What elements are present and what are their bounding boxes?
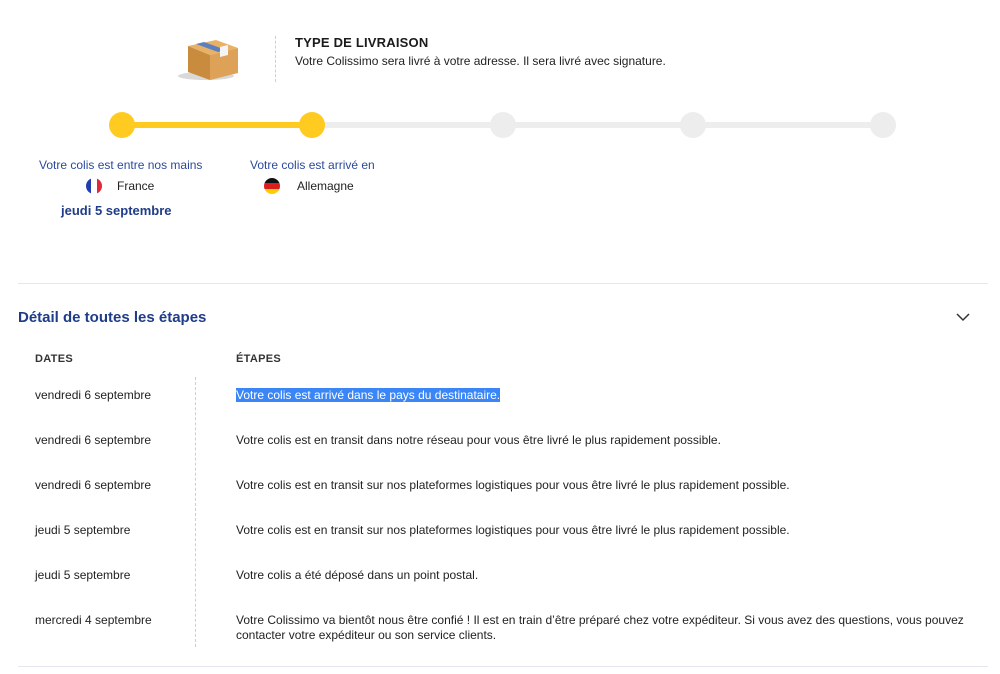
row-date: vendredi 6 septembre: [35, 388, 152, 402]
delivery-type-description: Votre Colissimo sera livré à votre adres…: [295, 54, 666, 68]
row-step: Votre colis a été déposé dans un point p…: [236, 568, 479, 582]
delivery-type-title: TYPE DE LIVRAISON: [295, 35, 429, 50]
column-separator: [195, 377, 196, 647]
progress-step-1: [109, 112, 135, 138]
row-date: jeudi 5 septembre: [35, 523, 131, 537]
progress-step-4: [680, 112, 706, 138]
row-date: jeudi 5 septembre: [35, 568, 131, 582]
row-step: Votre Colissimo va bientôt nous être con…: [236, 613, 964, 642]
step1-date: jeudi 5 septembre: [61, 203, 172, 218]
row-step: Votre colis est en transit sur nos plate…: [236, 478, 790, 492]
package-icon: [176, 36, 242, 82]
progress-step-3: [490, 112, 516, 138]
bottom-divider: [18, 666, 988, 667]
row-step: Votre colis est en transit sur nos plate…: [236, 523, 790, 537]
flag-france-icon: [86, 178, 102, 194]
column-header-dates: DATES: [35, 353, 73, 365]
progress-step-5: [870, 112, 896, 138]
section-divider: [18, 283, 988, 284]
step2-label: Votre colis est arrivé en: [250, 158, 375, 172]
row-date: vendredi 6 septembre: [35, 433, 152, 447]
step2-country: Allemagne: [297, 179, 354, 193]
step1-label: Votre colis est entre nos mains: [39, 158, 203, 172]
row-date: mercredi 4 septembre: [35, 613, 152, 627]
row-step: Votre colis est arrivé dans le pays du d…: [236, 388, 501, 403]
selected-text: Votre colis est arrivé dans le pays du d…: [236, 388, 501, 402]
header-separator: [275, 36, 276, 82]
row-step: Votre colis est en transit dans notre ré…: [236, 433, 721, 447]
details-title[interactable]: Détail de toutes les étapes: [18, 309, 206, 326]
chevron-down-icon[interactable]: [955, 310, 971, 324]
step1-country: France: [117, 179, 155, 193]
progress-step-2: [299, 112, 325, 138]
flag-germany-icon: [264, 178, 280, 194]
column-header-steps: ÉTAPES: [236, 353, 281, 365]
row-date: vendredi 6 septembre: [35, 478, 152, 492]
progress-track-fill: [120, 122, 312, 128]
